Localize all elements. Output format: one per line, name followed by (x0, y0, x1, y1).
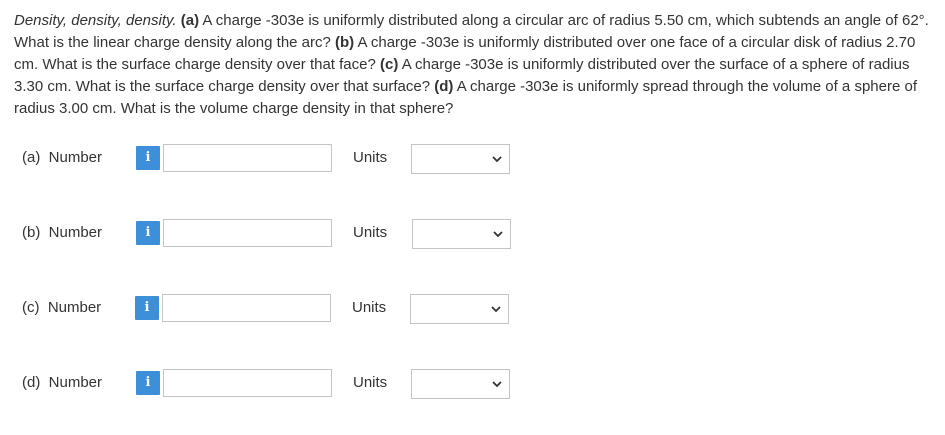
info-icon[interactable]: i (136, 371, 160, 395)
info-icon[interactable]: i (136, 146, 160, 170)
units-label-d: Units (353, 374, 388, 391)
units-label-c: Units (352, 299, 387, 316)
number-input-b[interactable] (163, 219, 332, 247)
part-a-label: (a) (180, 12, 200, 29)
chevron-down-icon (493, 231, 503, 238)
units-select-b[interactable] (412, 219, 511, 249)
chevron-down-icon (492, 156, 502, 163)
chevron-down-icon (491, 306, 501, 313)
answer-row-c: (c) Number i Units (0, 291, 945, 324)
units-label-b: Units (353, 224, 388, 241)
question-title: Density, density, density. (14, 12, 177, 29)
units-select-a[interactable] (411, 144, 510, 174)
units-label-a: Units (353, 149, 388, 166)
answer-row-b: (b) Number i Units (0, 216, 945, 249)
part-c-number-label: (c) Number (22, 299, 102, 316)
number-input-d[interactable] (163, 369, 332, 397)
number-input-c[interactable] (162, 294, 331, 322)
part-d-label: (d) (434, 78, 454, 95)
part-b-label: (b) (335, 34, 355, 51)
part-c-label: (c) (380, 56, 399, 73)
question-text: Density, density, density. (a) A charge … (14, 10, 929, 120)
part-d-number-label: (d) Number (22, 374, 103, 391)
answer-row-d: (d) Number i Units (0, 366, 945, 399)
number-input-a[interactable] (163, 144, 332, 172)
info-icon[interactable]: i (136, 221, 160, 245)
answer-row-a: (a) Number i Units (0, 141, 945, 174)
units-select-c[interactable] (410, 294, 509, 324)
info-icon[interactable]: i (135, 296, 159, 320)
part-b-number-label: (b) Number (22, 224, 103, 241)
part-a-number-label: (a) Number (22, 149, 103, 166)
units-select-d[interactable] (411, 369, 510, 399)
chevron-down-icon (492, 381, 502, 388)
